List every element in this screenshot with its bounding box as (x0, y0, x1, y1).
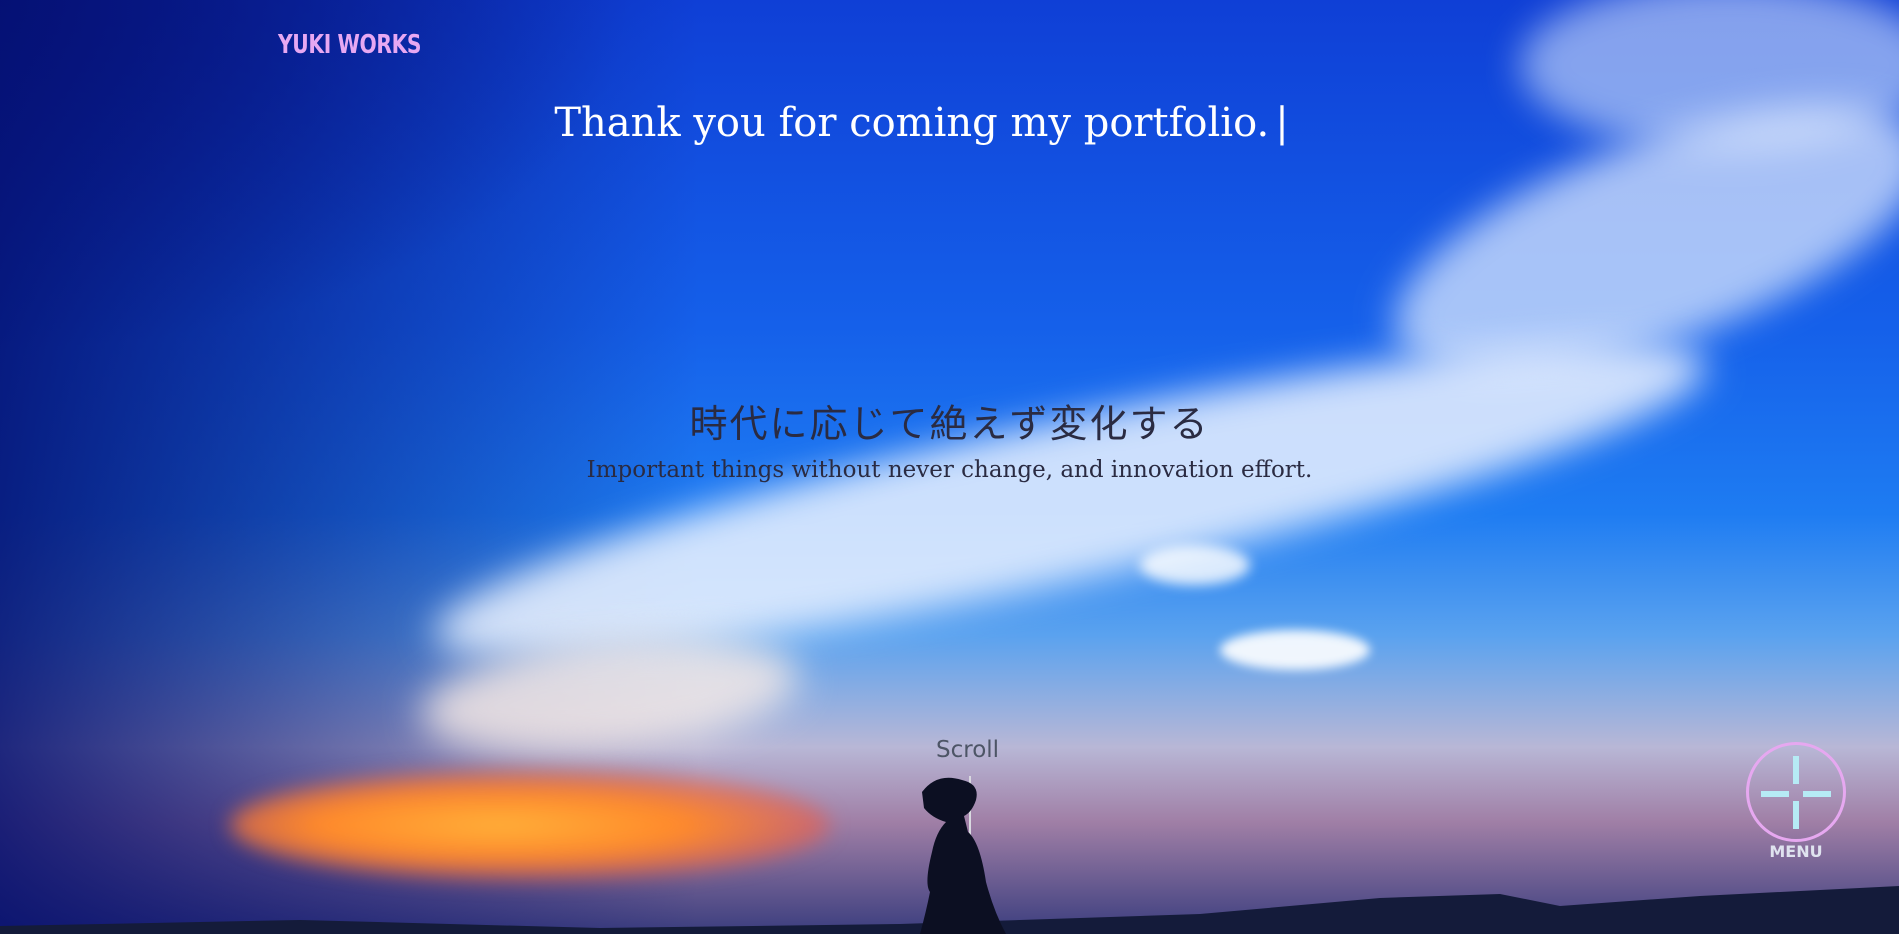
hero-headline: Thank you for coming my portfolio. | (0, 100, 1843, 146)
plus-cross-icon-part (1793, 801, 1799, 829)
person-silhouette (920, 777, 1006, 934)
site-logo[interactable]: YUKI WORKS (278, 30, 422, 60)
cloud (1140, 545, 1250, 585)
tagline-english: Important things without never change, a… (586, 457, 1313, 483)
menu-button[interactable] (1746, 742, 1846, 842)
plus-cross-icon (1761, 791, 1789, 797)
headline-text: Thank you for coming my portfolio. (554, 100, 1270, 146)
cloud (1220, 630, 1370, 670)
tagline-japanese: 時代に応じて絶えず変化する (689, 402, 1210, 446)
plus-cross-icon-part (1793, 756, 1799, 784)
menu-label[interactable]: MENU (1746, 842, 1846, 861)
scroll-indicator-label[interactable]: Scroll (936, 737, 999, 763)
typing-cursor: | (1275, 100, 1289, 146)
plus-cross-icon-part (1803, 791, 1831, 797)
